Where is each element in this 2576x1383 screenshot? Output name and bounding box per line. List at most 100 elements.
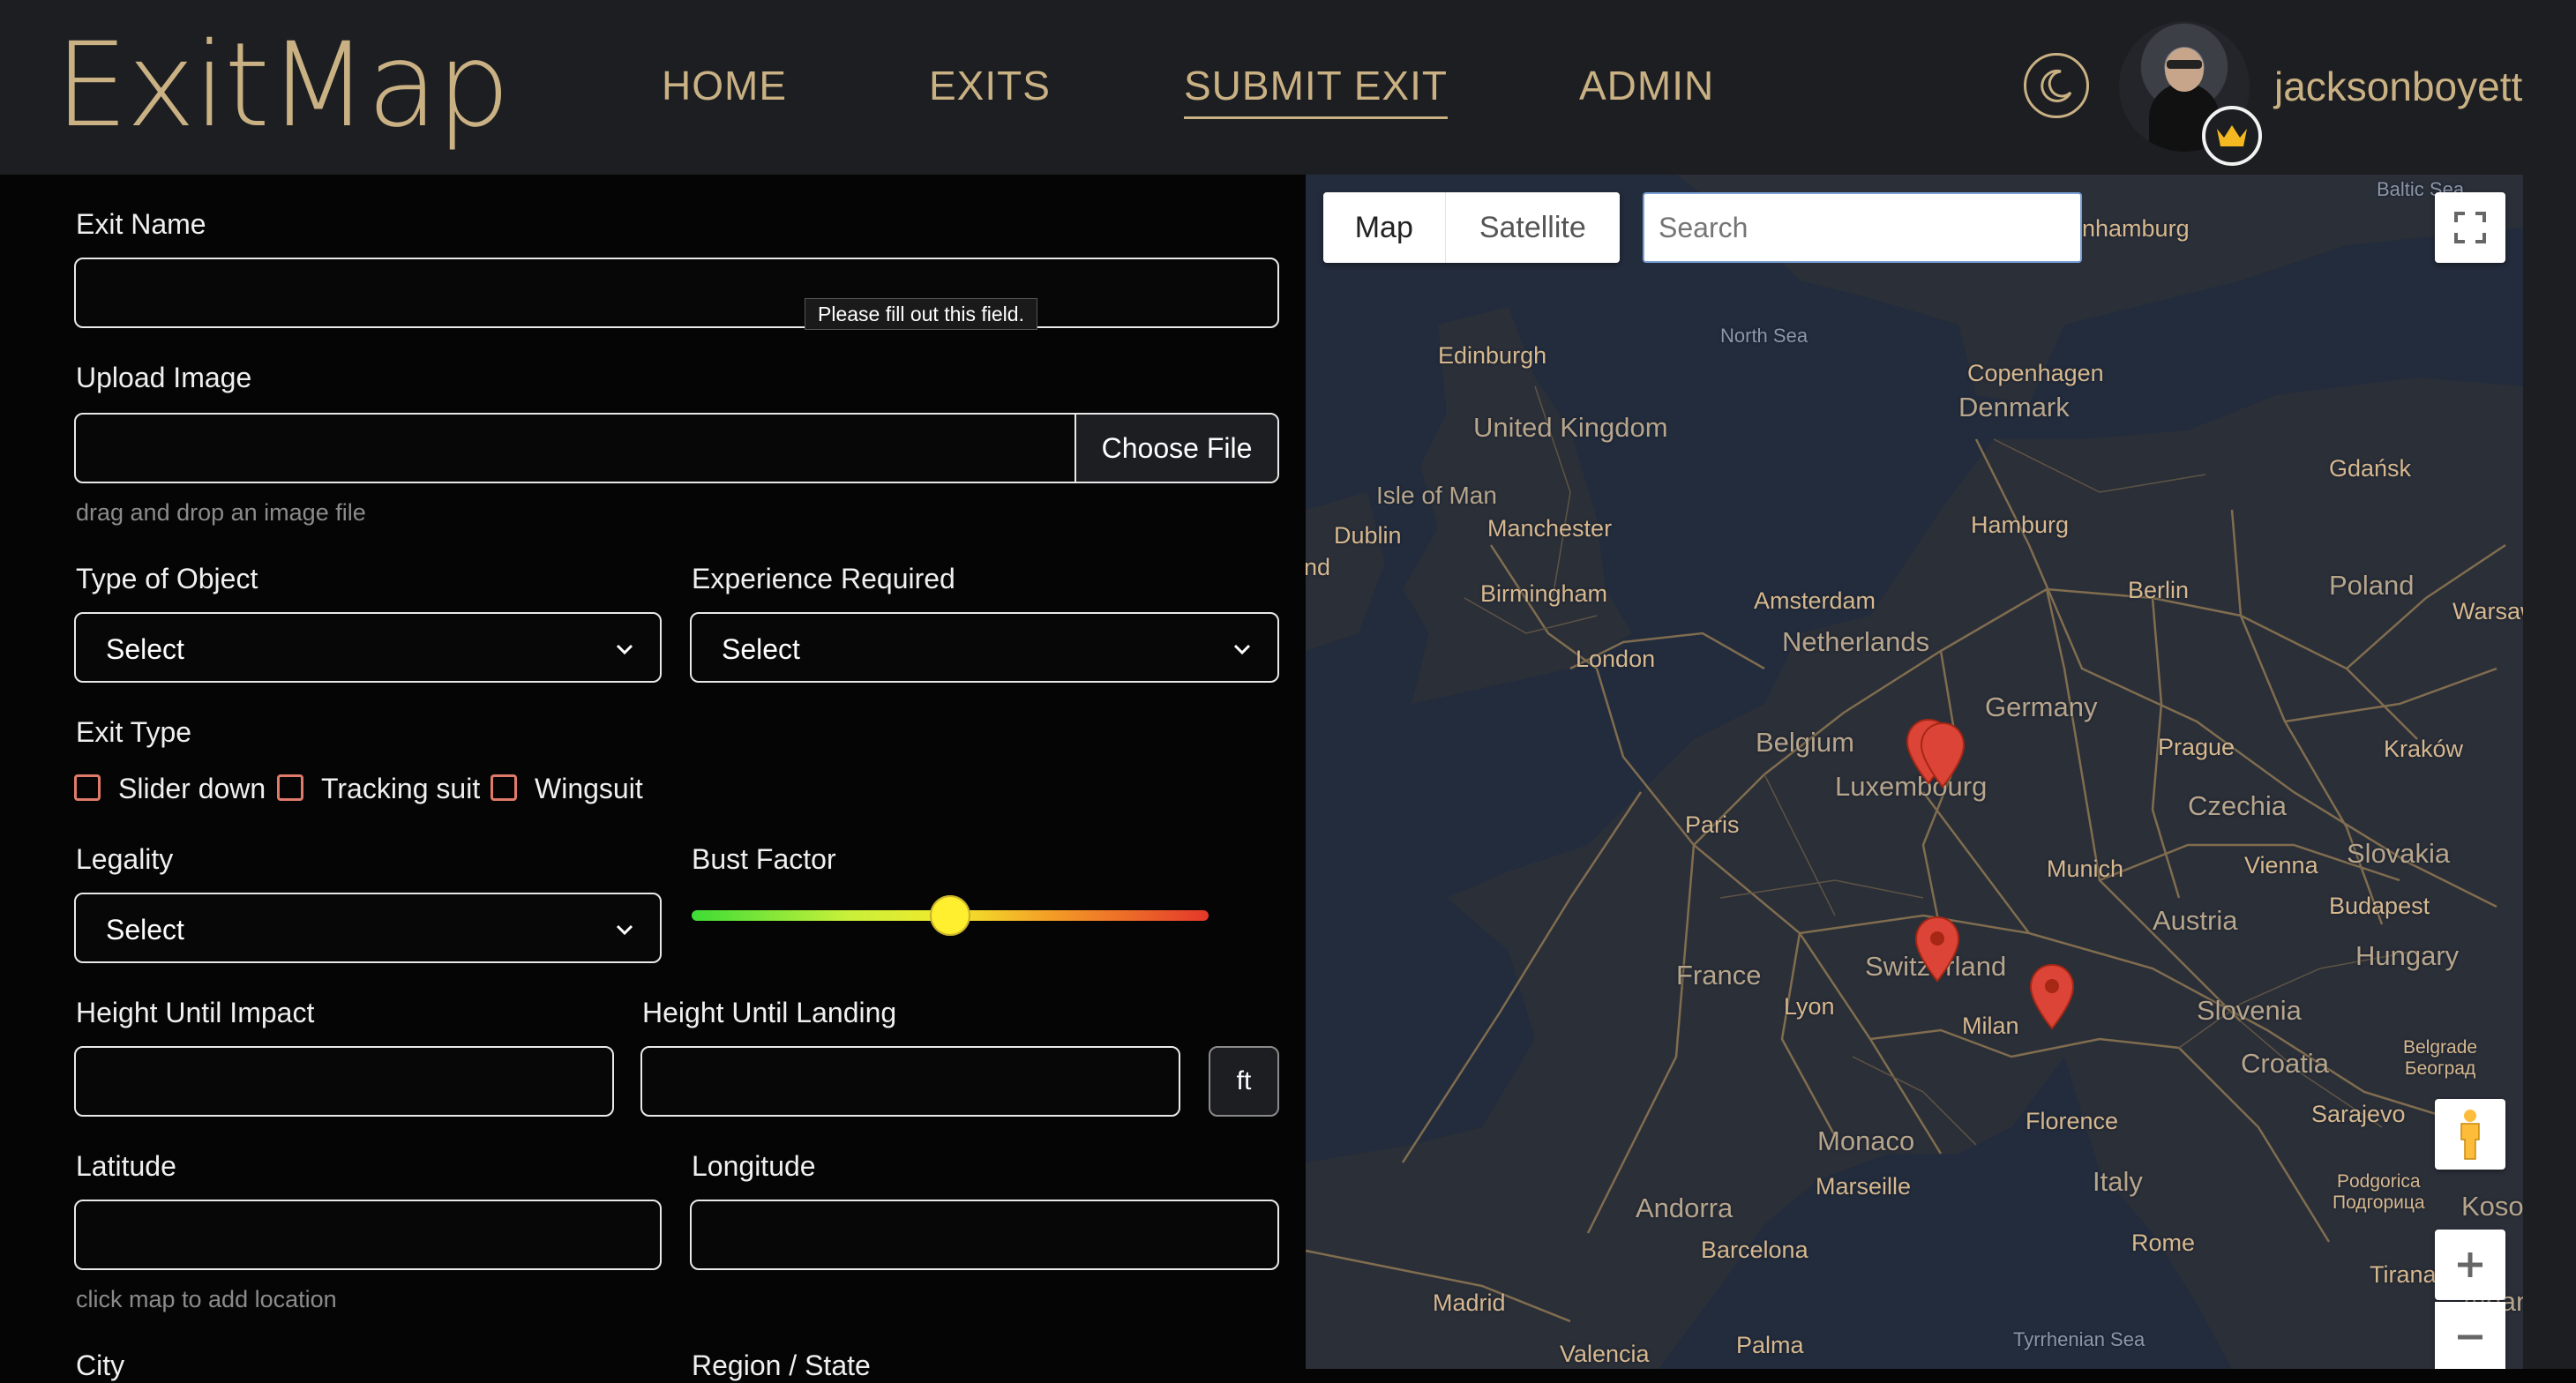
map-panel[interactable]: Baltic Sea North Sea Tyrrhenian Sea Unit…: [1306, 175, 2523, 1369]
map-label-croatia: Croatia: [2241, 1048, 2329, 1079]
checkbox-wingsuit[interactable]: [490, 774, 517, 801]
chevron-down-icon: [616, 924, 633, 936]
map-type-satellite-button[interactable]: Satellite: [1446, 192, 1620, 263]
height-impact-input[interactable]: [74, 1046, 614, 1117]
map-label-dublin: Dublin: [1334, 522, 1402, 549]
map-label-united-kingdom-1: United Kingdom: [1473, 412, 1668, 443]
zoom-in-button[interactable]: [2435, 1230, 2505, 1300]
legality-label: Legality: [76, 843, 174, 875]
checkbox-tracking-suit[interactable]: [277, 774, 303, 801]
map-label-warsaw: Warsaw: [2452, 598, 2523, 624]
map-label-vienna: Vienna: [2244, 852, 2318, 878]
map-label-belgrade: Belgrade Београд: [2403, 1037, 2478, 1079]
map-label-north-sea: North Sea: [1720, 325, 1808, 347]
crown-icon: [2217, 125, 2247, 146]
exit-marker[interactable]: [1920, 721, 1966, 789]
type-of-object-select[interactable]: Select: [74, 612, 662, 683]
legality-value: Select: [106, 914, 184, 946]
city-label: City: [76, 1349, 125, 1381]
map-label-prague: Prague: [2158, 734, 2235, 760]
map-label-amsterdam: Amsterdam: [1754, 587, 1876, 614]
experience-value: Select: [722, 633, 800, 665]
nav-exits[interactable]: EXITS: [929, 55, 1051, 116]
map-label-germany: Germany: [1985, 692, 2098, 722]
map-label-berlin: Berlin: [2128, 577, 2190, 603]
exit-name-input[interactable]: [74, 258, 1279, 328]
height-landing-input[interactable]: [640, 1046, 1180, 1117]
map-label-austria: Austria: [2153, 905, 2238, 936]
location-hint: click map to add location: [76, 1286, 337, 1312]
zoom-out-icon: [2458, 1334, 2482, 1340]
street-view-button[interactable]: [2435, 1099, 2505, 1170]
map-search-input[interactable]: [1643, 192, 2082, 263]
map-label-tirana: Tirana: [2370, 1261, 2437, 1288]
nav-admin[interactable]: ADMIN: [1579, 55, 1714, 116]
type-of-object-value: Select: [106, 633, 184, 665]
checkbox-slider-down-label[interactable]: Slider down: [118, 771, 266, 806]
zoom-in-icon: [2458, 1252, 2482, 1277]
type-of-object-label: Type of Object: [76, 563, 258, 594]
page-right-gutter: [2523, 175, 2576, 1369]
map-label-andorra: Andorra: [1636, 1192, 1734, 1223]
map-label-copenhagen: Copenhagen: [1967, 360, 2104, 386]
map-label-hamburg: Hamburg: [1971, 512, 2070, 538]
zoom-out-button[interactable]: [2435, 1302, 2505, 1369]
latitude-input[interactable]: [74, 1200, 662, 1270]
upload-image-label: Upload Image: [76, 362, 252, 393]
map-label-lyon: Lyon: [1784, 993, 1835, 1020]
map-label-belgium: Belgium: [1756, 727, 1854, 758]
upload-hint: drag and drop an image file: [76, 499, 366, 526]
map-label-krakow: Kraków: [2384, 736, 2464, 762]
map-label-london: London: [1576, 646, 1656, 672]
top-bar: ExitMap HOME EXITS SUBMIT EXIT ADMIN jac…: [0, 0, 2576, 175]
map-label-czechia: Czechia: [2188, 790, 2287, 821]
map-label-isle-of-man: Isle of Man: [1376, 482, 1497, 509]
map-label-rome: Rome: [2131, 1230, 2196, 1256]
map-label-france: France: [1676, 960, 1762, 991]
experience-select[interactable]: Select: [690, 612, 1279, 683]
fullscreen-button[interactable]: [2435, 192, 2505, 263]
chevron-down-icon: [616, 644, 633, 655]
nav-submit-exit[interactable]: SUBMIT EXIT: [1184, 55, 1448, 119]
map-label-budapest: Budapest: [2329, 893, 2430, 919]
map-label-birmingham: Birmingham: [1480, 580, 1608, 607]
map-label-milan: Milan: [1962, 1013, 2019, 1039]
height-impact-label: Height Until Impact: [76, 997, 315, 1028]
map-label-munich: Munich: [2047, 856, 2124, 882]
map-label-marseille: Marseille: [1816, 1173, 1912, 1200]
unit-toggle-button[interactable]: ft: [1209, 1046, 1279, 1117]
checkbox-slider-down[interactable]: [74, 774, 101, 801]
checkbox-wingsuit-label[interactable]: Wingsuit: [535, 771, 643, 806]
region-label: Region / State: [692, 1349, 871, 1381]
upload-image-field[interactable]: Choose File: [74, 413, 1279, 483]
latitude-label: Latitude: [76, 1150, 176, 1182]
exit-name-label: Exit Name: [76, 208, 206, 240]
map-label-madrid: Madrid: [1433, 1290, 1506, 1316]
map-type-map-button[interactable]: Map: [1323, 192, 1446, 263]
choose-file-button[interactable]: Choose File: [1075, 415, 1277, 482]
experience-label: Experience Required: [692, 563, 955, 594]
map-label-paris: Paris: [1685, 811, 1740, 838]
map-label-sarajevo: Sarajevo: [2311, 1101, 2406, 1127]
map-label-edge-west: nd: [1306, 554, 1331, 580]
bust-factor-slider-thumb[interactable]: [930, 895, 970, 936]
map-label-netherlands: Netherlands: [1782, 626, 1930, 657]
map-label-gdansk: Gdańsk: [2329, 455, 2412, 482]
exit-marker[interactable]: [1914, 916, 1960, 983]
submit-exit-form: Exit Name Upload Image Choose File drag …: [0, 175, 1306, 1381]
map-label-tyrrhenian-sea: Tyrrhenian Sea: [2013, 1328, 2145, 1350]
moon-icon: [2041, 69, 2072, 102]
bust-factor-label: Bust Factor: [692, 843, 836, 875]
map-label-denmark: Denmark: [1958, 392, 2070, 422]
map-label-florence: Florence: [2026, 1108, 2119, 1134]
longitude-input[interactable]: [690, 1200, 1279, 1270]
pegman-icon: [2460, 1110, 2480, 1160]
theme-toggle-button[interactable]: [2024, 53, 2089, 118]
exit-marker[interactable]: [2029, 963, 2075, 1030]
map-label-hamburg-edge: nhamburg: [2082, 215, 2190, 242]
map-label-barcelona: Barcelona: [1701, 1237, 1808, 1263]
username[interactable]: jacksonboyett: [2274, 58, 2522, 115]
checkbox-tracking-suit-label[interactable]: Tracking suit: [321, 771, 480, 806]
nav-home[interactable]: HOME: [662, 55, 787, 116]
legality-select[interactable]: Select: [74, 893, 662, 963]
